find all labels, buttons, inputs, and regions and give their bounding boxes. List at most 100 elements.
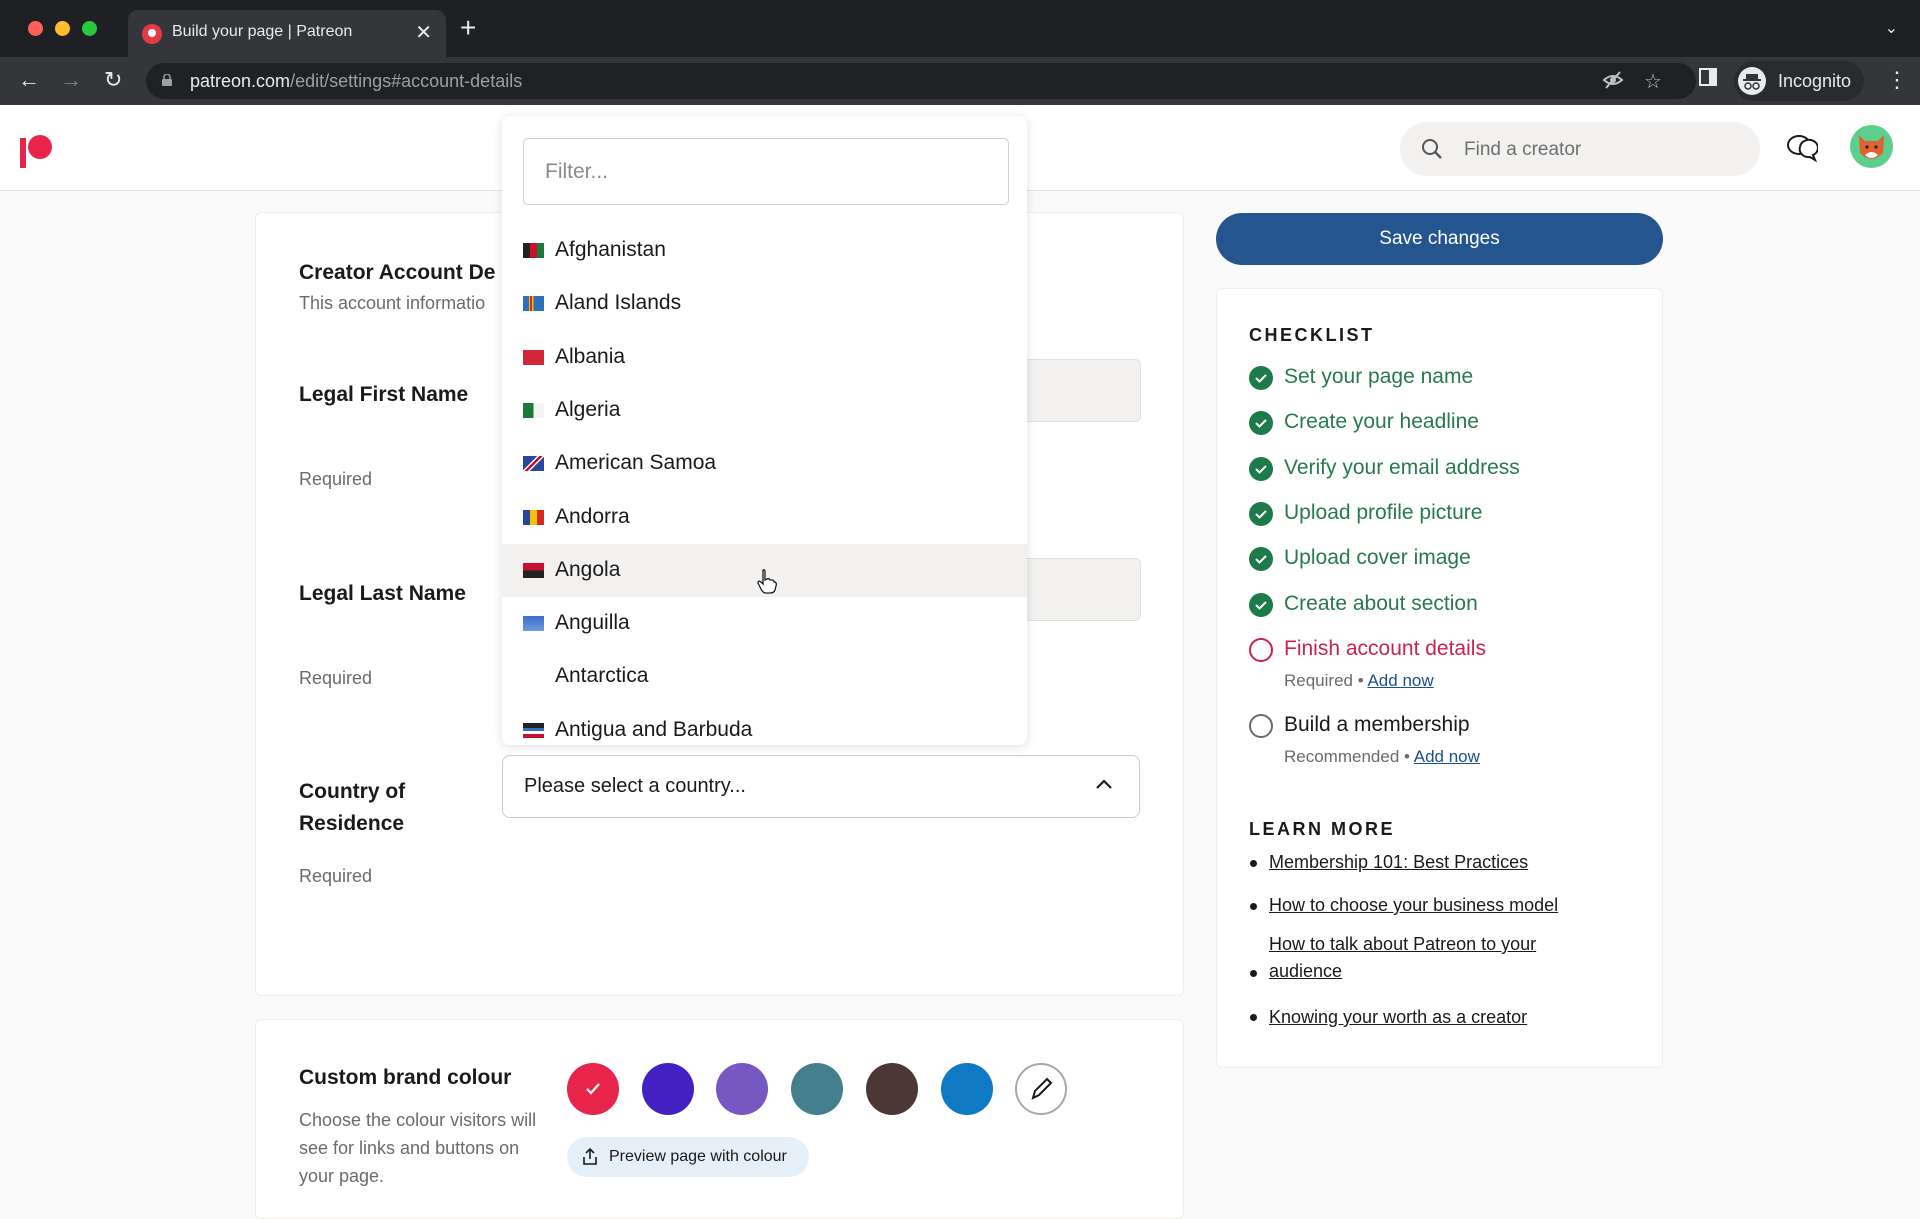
new-tab-icon[interactable]: + xyxy=(460,14,476,42)
country-dropdown: Afghanistan Aland Islands Albania Algeria Am… xyxy=(502,116,1027,745)
browser-tab[interactable]: Build your page | Patreon ✕ xyxy=(128,10,446,57)
country-option[interactable]: Algeria xyxy=(502,384,1027,437)
last-name-label: Legal Last Name xyxy=(299,582,466,605)
forward-icon[interactable]: → xyxy=(60,67,82,93)
bullet-icon xyxy=(1250,970,1257,977)
check-icon xyxy=(586,1083,600,1095)
hand-pointer-cursor-icon xyxy=(757,569,777,594)
country-option[interactable]: Aland Islands xyxy=(502,277,1027,330)
url-domain: patreon.com xyxy=(190,71,291,91)
add-now-link[interactable]: Add now xyxy=(1414,747,1480,766)
reload-icon[interactable]: ↻ xyxy=(104,67,122,93)
country-option[interactable]: American Samoa xyxy=(502,437,1027,490)
search-icon xyxy=(1422,139,1442,159)
country-option-label: Aland Islands xyxy=(555,291,682,315)
colour-swatch[interactable] xyxy=(940,1063,993,1115)
country-select[interactable]: Please select a country... xyxy=(502,755,1140,818)
learn-more-link[interactable]: Knowing your worth as a creator xyxy=(1269,1004,1599,1031)
learn-more-title: LEARN MORE xyxy=(1249,819,1395,839)
preview-page-button[interactable]: Preview page with colour xyxy=(567,1137,809,1177)
country-select-value: Please select a country... xyxy=(524,775,746,797)
first-name-label: Legal First Name xyxy=(299,383,469,406)
flag-icon xyxy=(523,349,544,365)
country-option-label: Anguilla xyxy=(555,611,630,635)
checklist-item-sub: Recommended • Add now xyxy=(1284,746,1480,766)
address-bar[interactable]: patreon.com/edit/settings#account-detail… xyxy=(146,63,1696,99)
checklist-item-label: Set your page name xyxy=(1284,365,1474,388)
checklist-item-sub: Required • Add now xyxy=(1284,670,1434,690)
messages-icon[interactable] xyxy=(1786,133,1818,163)
flag-icon xyxy=(523,402,544,418)
country-option[interactable]: Anguilla xyxy=(502,597,1027,650)
country-option-label: Angola xyxy=(555,557,621,581)
checklist-card: CHECKLIST Set your page name Create your … xyxy=(1216,288,1663,1068)
learn-more-link[interactable]: Membership 101: Best Practices xyxy=(1269,849,1599,876)
first-name-hint: Required xyxy=(299,469,373,489)
country-option-label: Albania xyxy=(555,344,626,368)
check-circle-icon xyxy=(1249,592,1273,617)
learn-more-link[interactable]: How to choose your business model xyxy=(1269,892,1599,919)
fox-avatar-icon xyxy=(1859,135,1884,159)
brand-colour-title: Custom brand colour xyxy=(299,1066,512,1089)
country-option[interactable]: Antigua and Barbuda xyxy=(502,704,1027,745)
checklist-item-label: Verify your email address xyxy=(1284,455,1520,479)
add-now-link[interactable]: Add now xyxy=(1367,671,1433,690)
country-option-label: Afghanistan xyxy=(555,238,666,261)
checklist-item-label: Finish account details xyxy=(1284,636,1486,660)
tab-search-chevron-icon[interactable]: ⌄ xyxy=(1885,18,1898,38)
browser-toolbar: ← → ↻ patreon.com/edit/settings#account-… xyxy=(0,57,1920,105)
incognito-profile-button[interactable]: Incognito xyxy=(1734,61,1864,101)
country-option[interactable]: Afghanistan xyxy=(502,224,1027,277)
save-changes-button[interactable]: Save changes xyxy=(1216,213,1663,265)
checklist-item-label: Create your headline xyxy=(1284,410,1479,434)
account-details-title: Creator Account De xyxy=(299,261,496,284)
bookmark-star-icon[interactable]: ☆ xyxy=(1644,69,1662,94)
eye-off-icon[interactable] xyxy=(1602,69,1624,97)
colour-swatch[interactable] xyxy=(641,1063,694,1115)
window-maximize-button[interactable] xyxy=(82,21,97,36)
check-circle-icon xyxy=(1249,501,1273,526)
profile-label: Incognito xyxy=(1778,71,1852,91)
flag-icon xyxy=(523,296,544,312)
tab-title: Build your page | Patreon xyxy=(172,23,353,40)
check-circle-icon xyxy=(1249,456,1273,481)
brand-colour-card: Custom brand colour Choose the colour vi… xyxy=(255,1019,1184,1219)
window-minimize-button[interactable] xyxy=(55,21,70,36)
flag-icon xyxy=(523,456,544,472)
bullet-icon xyxy=(1250,1014,1257,1021)
url-path: /edit/settings#account-details xyxy=(290,71,523,91)
incognito-icon xyxy=(1738,67,1766,95)
country-hint: Required xyxy=(299,866,373,886)
tab-close-icon[interactable]: ✕ xyxy=(415,20,432,45)
country-filter-input[interactable] xyxy=(523,138,1009,205)
country-label: Country of Residence xyxy=(299,780,406,835)
checklist-item-status: Recommended xyxy=(1284,746,1400,766)
bullet-icon xyxy=(1250,903,1257,910)
colour-swatch[interactable] xyxy=(865,1063,918,1115)
country-option-label: American Samoa xyxy=(555,451,717,475)
share-upload-icon xyxy=(583,1147,597,1165)
country-option[interactable]: Albania xyxy=(502,331,1027,384)
checklist-item-label: Upload cover image xyxy=(1284,546,1471,570)
browser-menu-icon[interactable]: ⋮ xyxy=(1886,67,1908,93)
browser-tab-bar: Build your page | Patreon ✕ + ⌄ xyxy=(0,0,1920,57)
bullet-icon xyxy=(1250,860,1257,867)
country-option[interactable]: Antarctica xyxy=(502,650,1027,703)
window-close-button[interactable] xyxy=(28,21,43,36)
country-option-label: Antigua and Barbuda xyxy=(555,717,753,741)
search-input[interactable]: Find a creator xyxy=(1400,122,1760,176)
custom-colour-button[interactable] xyxy=(1015,1063,1067,1115)
colour-swatch[interactable] xyxy=(567,1063,619,1115)
learn-more-link[interactable]: How to talk about Patreon to your audien… xyxy=(1269,931,1599,985)
pencil-icon xyxy=(1031,1077,1053,1100)
country-option-label: Andorra xyxy=(555,504,630,528)
colour-swatch[interactable] xyxy=(791,1063,844,1115)
back-icon[interactable]: ← xyxy=(18,67,40,93)
search-placeholder: Find a creator xyxy=(1464,139,1582,160)
lock-icon xyxy=(162,74,172,86)
country-option[interactable]: Andorra xyxy=(502,491,1027,544)
user-avatar[interactable] xyxy=(1850,125,1893,168)
side-panel-icon[interactable] xyxy=(1698,67,1718,93)
empty-circle-icon xyxy=(1249,637,1273,662)
colour-swatch[interactable] xyxy=(716,1063,769,1115)
